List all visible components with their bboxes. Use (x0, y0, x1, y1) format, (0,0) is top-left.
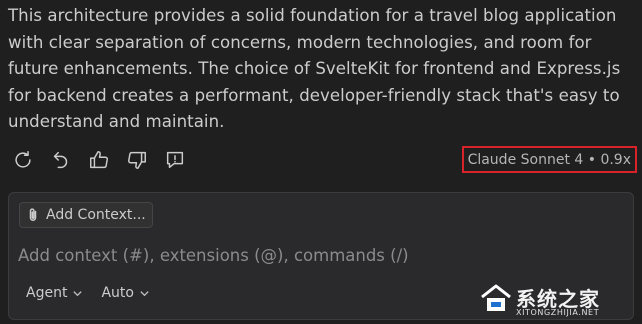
model-picker[interactable]: Auto (101, 285, 150, 301)
chevron-down-icon (140, 290, 149, 296)
composer-pickers: Agent Auto (26, 285, 150, 301)
report-icon (166, 151, 184, 169)
response-text: This architecture provides a solid found… (8, 6, 621, 132)
add-context-button[interactable]: Add Context... (19, 202, 153, 228)
retry-button[interactable] (10, 147, 36, 173)
watermark: 系统之家 XITONGZHIJIA.NET (478, 281, 638, 321)
refresh-icon (15, 151, 31, 168)
add-context-label: Add Context... (46, 207, 146, 223)
watermark-url: XITONGZHIJIA.NET (516, 308, 600, 317)
model-picker-label: Auto (101, 285, 134, 301)
model-badge: Claude Sonnet 4 • 0.9x (461, 146, 637, 173)
thumbs-down-icon (128, 151, 146, 169)
thumbs-down-button[interactable] (124, 147, 150, 173)
mode-picker-label: Agent (26, 285, 68, 301)
watermark-logo-icon (481, 284, 511, 311)
chat-input[interactable] (18, 243, 618, 267)
chevron-down-icon (73, 290, 83, 296)
thumbs-up-button[interactable] (86, 147, 112, 173)
undo-icon (53, 151, 68, 169)
mode-picker[interactable]: Agent (26, 285, 83, 301)
report-button[interactable] (162, 147, 188, 173)
paperclip-icon (29, 208, 37, 221)
undo-button[interactable] (48, 147, 74, 173)
response-actions (10, 146, 188, 174)
thumbs-up-icon (90, 151, 108, 169)
chat-panel: This architecture provides a solid found… (0, 0, 642, 324)
